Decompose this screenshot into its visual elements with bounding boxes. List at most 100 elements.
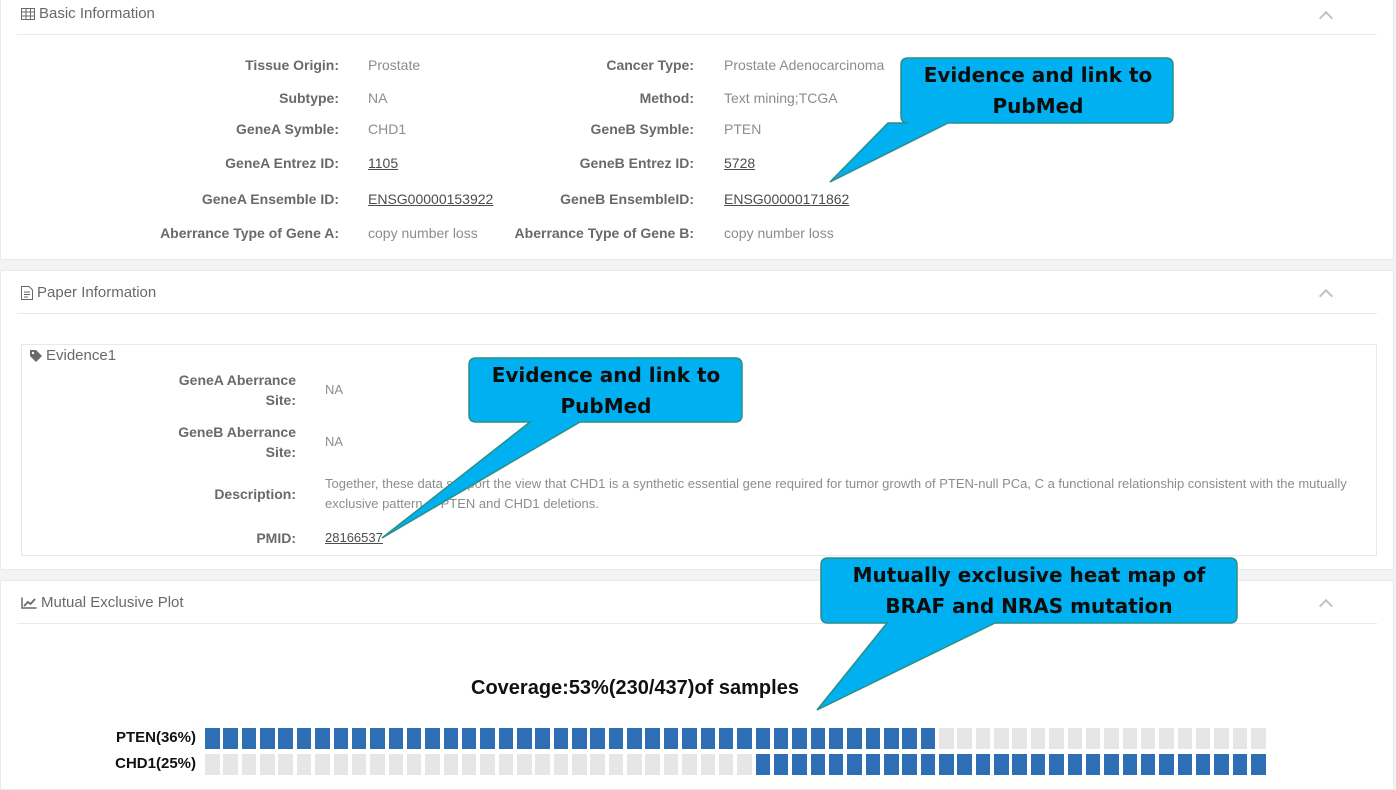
genea-entrez-link[interactable]: 1105 xyxy=(368,155,398,171)
heatmap-cell-empty xyxy=(425,754,440,775)
heatmap-cell-altered xyxy=(205,728,220,749)
heatmap-cell-empty xyxy=(461,754,477,775)
heatmap-cell-empty xyxy=(994,728,1009,749)
basic-information-header[interactable]: Basic Information xyxy=(17,0,1377,35)
heatmap-cell-altered xyxy=(572,728,587,749)
pmid-link[interactable]: 28166537 xyxy=(325,528,383,548)
heatmap-cell-altered xyxy=(810,728,826,749)
heatmap-cell-empty xyxy=(590,754,605,775)
heatmap-cell-altered xyxy=(663,728,679,749)
heatmap-cell-empty xyxy=(296,754,312,775)
cancer-type-label: Cancer Type: xyxy=(606,57,694,73)
heatmap-cell-altered xyxy=(737,728,752,749)
heatmap-cell-altered xyxy=(975,754,991,775)
subtype-value: NA xyxy=(368,90,388,106)
heatmap-cell-altered xyxy=(682,728,697,749)
heatmap-cell-empty xyxy=(443,754,459,775)
paper-information-title: Paper Information xyxy=(21,284,156,301)
heatmap-cell-altered xyxy=(718,728,734,749)
paper-information-header[interactable]: Paper Information xyxy=(17,271,1377,314)
heatmap-cell-altered xyxy=(498,728,514,749)
heatmap-cell-empty xyxy=(682,754,697,775)
heatmap-cell-altered xyxy=(847,754,862,775)
heatmap-cell-empty xyxy=(1214,728,1229,749)
aberrance-type-b-value: copy number loss xyxy=(724,225,834,241)
heatmap-cell-altered xyxy=(700,728,715,749)
geneb-ensemble-link[interactable]: ENSG00000171862 xyxy=(724,191,849,207)
heatmap-cell-altered xyxy=(1122,754,1137,775)
heatmap-cell-altered xyxy=(1049,754,1064,775)
heatmap-cell-altered xyxy=(461,728,477,749)
chevron-up-icon[interactable] xyxy=(1318,10,1334,26)
heatmap-cell-empty xyxy=(1104,728,1119,749)
heatmap-cell-altered xyxy=(902,728,917,749)
chevron-up-icon[interactable] xyxy=(1318,288,1334,304)
heatmap-cell-altered xyxy=(902,754,917,775)
heatmap-cell-altered xyxy=(828,754,844,775)
heatmap-cell-empty xyxy=(1140,728,1156,749)
aberrance-type-b-label: Aberrance Type of Gene B: xyxy=(514,225,694,241)
heatmap-cell-altered xyxy=(920,728,936,749)
subtype-label: Subtype: xyxy=(279,90,339,106)
heatmap-cell-empty xyxy=(315,754,330,775)
genea-aberrance-site-value: NA xyxy=(325,382,344,397)
heatmap-cell-altered xyxy=(755,754,770,775)
basic-information-title: Basic Information xyxy=(21,5,155,22)
heatmap-cell-altered xyxy=(608,728,624,749)
heatmap-cell-altered xyxy=(865,728,881,749)
heatmap-cell-empty xyxy=(1030,728,1046,749)
heatmap-cell-altered xyxy=(847,728,862,749)
heatmap-cell-empty xyxy=(480,754,495,775)
mutual-exclusive-plot-title: Mutual Exclusive Plot xyxy=(21,594,184,611)
gene-label-pten: PTEN(36%) xyxy=(115,729,196,746)
heatmap-cell-empty xyxy=(737,754,752,775)
heatmap-cell-altered xyxy=(773,754,789,775)
heatmap-cell-altered xyxy=(1177,754,1193,775)
description-label: Description: xyxy=(214,486,296,502)
heatmap-cell-empty xyxy=(975,728,991,749)
paper-information-panel: Paper Information Evidence1 GeneA Aberra… xyxy=(0,270,1394,570)
heatmap-cell-altered xyxy=(884,754,899,775)
heatmap-cell-altered xyxy=(773,728,789,749)
tag-icon xyxy=(30,349,42,362)
heatmap-cell-altered xyxy=(425,728,440,749)
basic-information-title-text: Basic Information xyxy=(39,5,155,22)
heatmap-cell-altered xyxy=(920,754,936,775)
heatmap-cell-empty xyxy=(498,754,514,775)
heatmap-cell-altered xyxy=(517,728,532,749)
heatmap-cell-altered xyxy=(755,728,770,749)
heatmap-cell-altered xyxy=(1067,754,1082,775)
genea-ensemble-label: GeneA Ensemble ID: xyxy=(201,191,339,207)
heatmap-cell-empty xyxy=(1012,728,1027,749)
heatmap-cell-empty xyxy=(517,754,532,775)
geneb-ensemble-label: GeneB EnsembleID: xyxy=(560,191,694,207)
heatmap-cell-empty xyxy=(260,754,275,775)
heatmap-cell-altered xyxy=(1030,754,1046,775)
genea-symble-value: CHD1 xyxy=(368,121,407,137)
heatmap-cell-empty xyxy=(718,754,734,775)
heatmap-cell-altered xyxy=(994,754,1009,775)
chevron-up-icon[interactable] xyxy=(1318,598,1334,614)
heatmap-cell-empty xyxy=(553,754,569,775)
heatmap-cell-altered xyxy=(443,728,459,749)
heatmap-cell-altered xyxy=(351,728,367,749)
heatmap-cell-empty xyxy=(1085,728,1101,749)
pmid-label: PMID: xyxy=(256,530,296,546)
heatmap-cell-altered xyxy=(865,754,881,775)
basic-information-panel: Basic Information Tissue Origin: Prostat… xyxy=(0,0,1394,260)
heatmap-cell-altered xyxy=(241,728,257,749)
geneb-aberrance-site-label-line1: GeneB Aberrance xyxy=(178,424,296,440)
evidence-card: Evidence1 GeneA Aberrance Site: NA GeneB… xyxy=(21,344,1377,556)
tissue-origin-value: Prostate xyxy=(368,57,421,73)
heatmap-cell-empty xyxy=(1159,728,1174,749)
heatmap-cell-empty xyxy=(1049,728,1064,749)
cancer-type-value: Prostate Adenocarcinoma xyxy=(724,57,885,73)
mutual-exclusive-plot-header[interactable]: Mutual Exclusive Plot xyxy=(17,581,1377,624)
heatmap-cell-empty xyxy=(608,754,624,775)
heatmap-cell-altered xyxy=(957,754,972,775)
heatmap-cell-empty xyxy=(351,754,367,775)
table-icon xyxy=(21,7,35,20)
heatmap-cell-altered xyxy=(553,728,569,749)
heatmap-cell-empty xyxy=(241,754,257,775)
geneb-entrez-link[interactable]: 5728 xyxy=(724,155,755,171)
